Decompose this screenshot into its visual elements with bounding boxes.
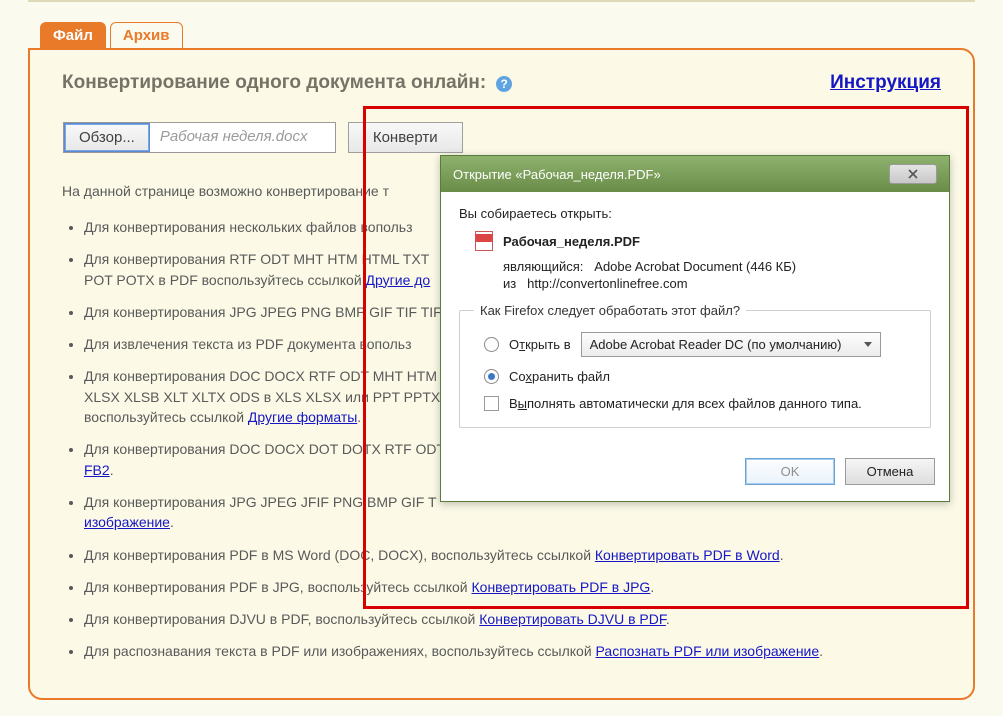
auto-label-u: ы [518, 396, 527, 411]
panel-header: Конвертирование одного документа онлайн:… [62, 72, 941, 94]
download-dialog: Открытие «Рабочая_неделя.PDF» Вы собирае… [440, 155, 950, 502]
top-divider [28, 0, 975, 2]
auto-label-rest: полнять автоматически для всех файлов да… [527, 396, 862, 411]
meta-from-value: http://convertonlinefree.com [527, 276, 687, 291]
title-wrap: Конвертирование одного документа онлайн:… [62, 72, 512, 94]
dialog-file-row: Рабочая_неделя.PDF [459, 231, 931, 251]
ok-button[interactable]: OK [745, 458, 835, 485]
option-save-row: Сохранить файл [474, 369, 916, 384]
dialog-buttons: OK Отмена [441, 452, 949, 501]
auto-label-prefix: В [509, 396, 518, 411]
open-label-rest: крыть в [525, 337, 571, 352]
open-label-prefix: О [509, 337, 519, 352]
open-with-select[interactable]: Adobe Acrobat Reader DC (по умолчанию) [581, 332, 881, 357]
instruction-link[interactable]: Инструкция [830, 72, 941, 94]
chevron-down-icon [864, 342, 872, 347]
list-item: Для распознавания текста в PDF или изобр… [84, 641, 941, 661]
tab-file[interactable]: Файл [40, 22, 106, 48]
dialog-intro: Вы собираетесь открыть: [459, 206, 931, 221]
radio-save-label: Сохранить файл [509, 369, 610, 384]
tab-archive[interactable]: Архив [110, 22, 183, 48]
list-item: Для конвертирования PDF в MS Word (DOC, … [84, 545, 941, 565]
auto-checkbox[interactable] [484, 396, 499, 411]
save-label-prefix: Со [509, 369, 525, 384]
inline-link[interactable]: Другие до [366, 272, 431, 288]
auto-checkbox-label: Выполнять автоматически для всех файлов … [509, 396, 862, 411]
file-name-display: Рабочая неделя.docx [150, 123, 335, 152]
open-with-value: Adobe Acrobat Reader DC (по умолчанию) [590, 337, 842, 352]
meta-type: являющийся: Adobe Acrobat Document (446 … [503, 259, 931, 274]
inline-link[interactable]: изображение [84, 514, 170, 530]
convert-button[interactable]: Конверти [348, 122, 463, 153]
meta-from: из http://convertonlinefree.com [503, 276, 931, 291]
browse-button[interactable]: Обзор... [64, 123, 150, 152]
save-label-rest: ранить файл [532, 369, 610, 384]
handle-legend: Как Firefox следует обработать этот файл… [474, 303, 746, 318]
help-icon[interactable]: ? [496, 76, 512, 92]
tab-bar: Файл Архив [0, 8, 1003, 48]
meta-from-label: из [503, 276, 516, 291]
radio-save[interactable] [484, 369, 499, 384]
option-open-row: Открыть в Adobe Acrobat Reader DC (по ум… [474, 332, 916, 357]
inline-link[interactable]: FB2 [84, 462, 110, 478]
upload-row: Обзор... Рабочая неделя.docx Конверти [63, 122, 940, 153]
cancel-button[interactable]: Отмена [845, 458, 935, 485]
file-picker: Обзор... Рабочая неделя.docx [63, 122, 336, 153]
inline-link[interactable]: Конвертировать PDF в JPG [472, 579, 651, 595]
close-button[interactable] [889, 164, 937, 184]
inline-link[interactable]: Распознать PDF или изображение [596, 643, 820, 659]
close-icon [907, 169, 919, 179]
auto-checkbox-row: Выполнять автоматически для всех файлов … [474, 396, 916, 411]
inline-link[interactable]: Другие форматы [248, 409, 357, 425]
radio-open-label: Открыть в [509, 337, 571, 352]
page-title: Конвертирование одного документа онлайн: [62, 72, 486, 93]
meta-type-label: являющийся: [503, 259, 583, 274]
radio-open[interactable] [484, 337, 499, 352]
dialog-meta: являющийся: Adobe Acrobat Document (446 … [459, 259, 931, 291]
meta-type-value: Adobe Acrobat Document (446 КБ) [594, 259, 796, 274]
dialog-body: Вы собираетесь открыть: Рабочая_неделя.P… [441, 192, 949, 452]
dialog-titlebar[interactable]: Открытие «Рабочая_неделя.PDF» [441, 156, 949, 192]
dialog-file-name: Рабочая_неделя.PDF [503, 234, 640, 249]
handle-fieldset: Как Firefox следует обработать этот файл… [459, 303, 931, 428]
pdf-icon [475, 231, 493, 251]
list-item: Для конвертирования PDF в JPG, воспользу… [84, 577, 941, 597]
dialog-title: Открытие «Рабочая_неделя.PDF» [453, 167, 661, 182]
inline-link[interactable]: Конвертировать DJVU в PDF [479, 611, 666, 627]
inline-link[interactable]: Конвертировать PDF в Word [595, 547, 780, 563]
list-item: Для конвертирования DJVU в PDF, воспольз… [84, 609, 941, 629]
